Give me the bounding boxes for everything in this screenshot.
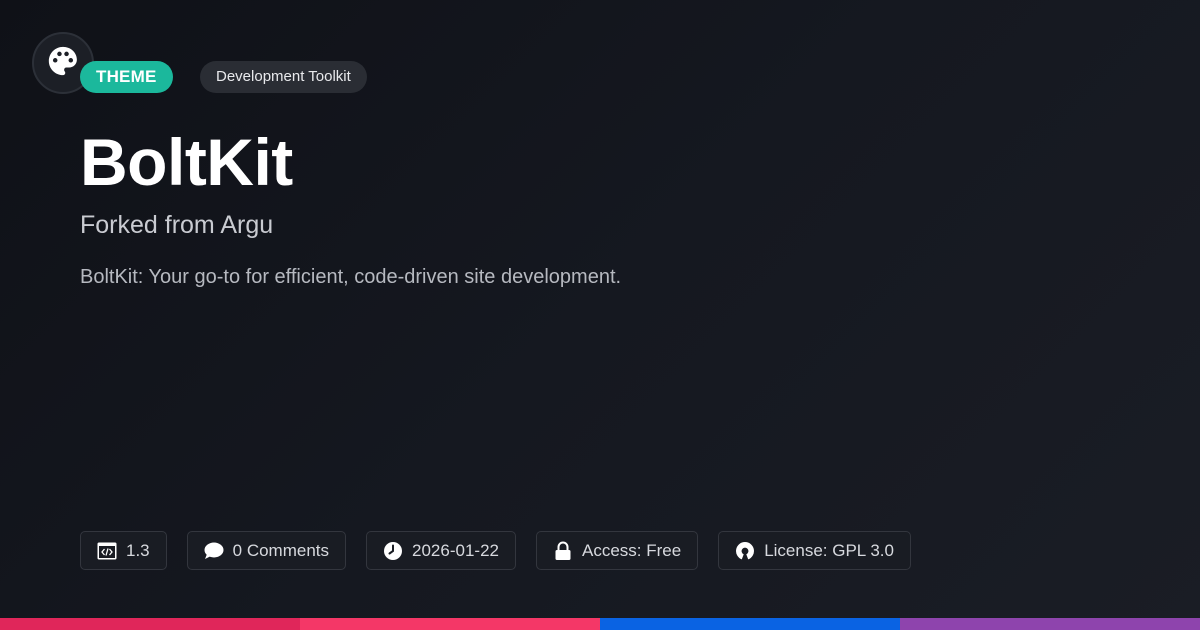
comments-pill[interactable]: 0 Comments [186, 531, 347, 570]
comments-label: 0 Comments [232, 540, 330, 560]
palette-icon [46, 44, 80, 83]
page-title: BoltKit [80, 125, 293, 199]
access-pill: Access: Free [535, 531, 699, 570]
page-description: BoltKit: Your go-to for efficient, code-… [80, 266, 622, 288]
open-source-icon [735, 541, 755, 561]
code-window-icon [97, 541, 117, 561]
meta-row: 1.3 0 Comments 2026-01-22 Access: Free L… [80, 531, 911, 570]
accent-bar-segment [300, 618, 600, 630]
type-badge: THEME [80, 61, 173, 93]
version-label: 1.3 [126, 540, 150, 560]
chat-bubble-icon [204, 541, 224, 561]
page-subtitle: Forked from Argu [80, 211, 274, 239]
license-pill: License: GPL 3.0 [718, 531, 911, 570]
clock-icon [383, 541, 403, 561]
version-pill: 1.3 [80, 531, 167, 570]
date-label: 2026-01-22 [412, 540, 499, 560]
category-badge: Development Toolkit [200, 61, 367, 93]
accent-bar-segment [0, 618, 300, 630]
accent-bar-segment [900, 618, 1200, 630]
date-pill: 2026-01-22 [366, 531, 516, 570]
access-label: Access: Free [581, 540, 682, 560]
license-label: License: GPL 3.0 [764, 540, 894, 560]
lock-icon [553, 541, 573, 561]
accent-bar [0, 618, 1200, 630]
accent-bar-segment [600, 618, 900, 630]
